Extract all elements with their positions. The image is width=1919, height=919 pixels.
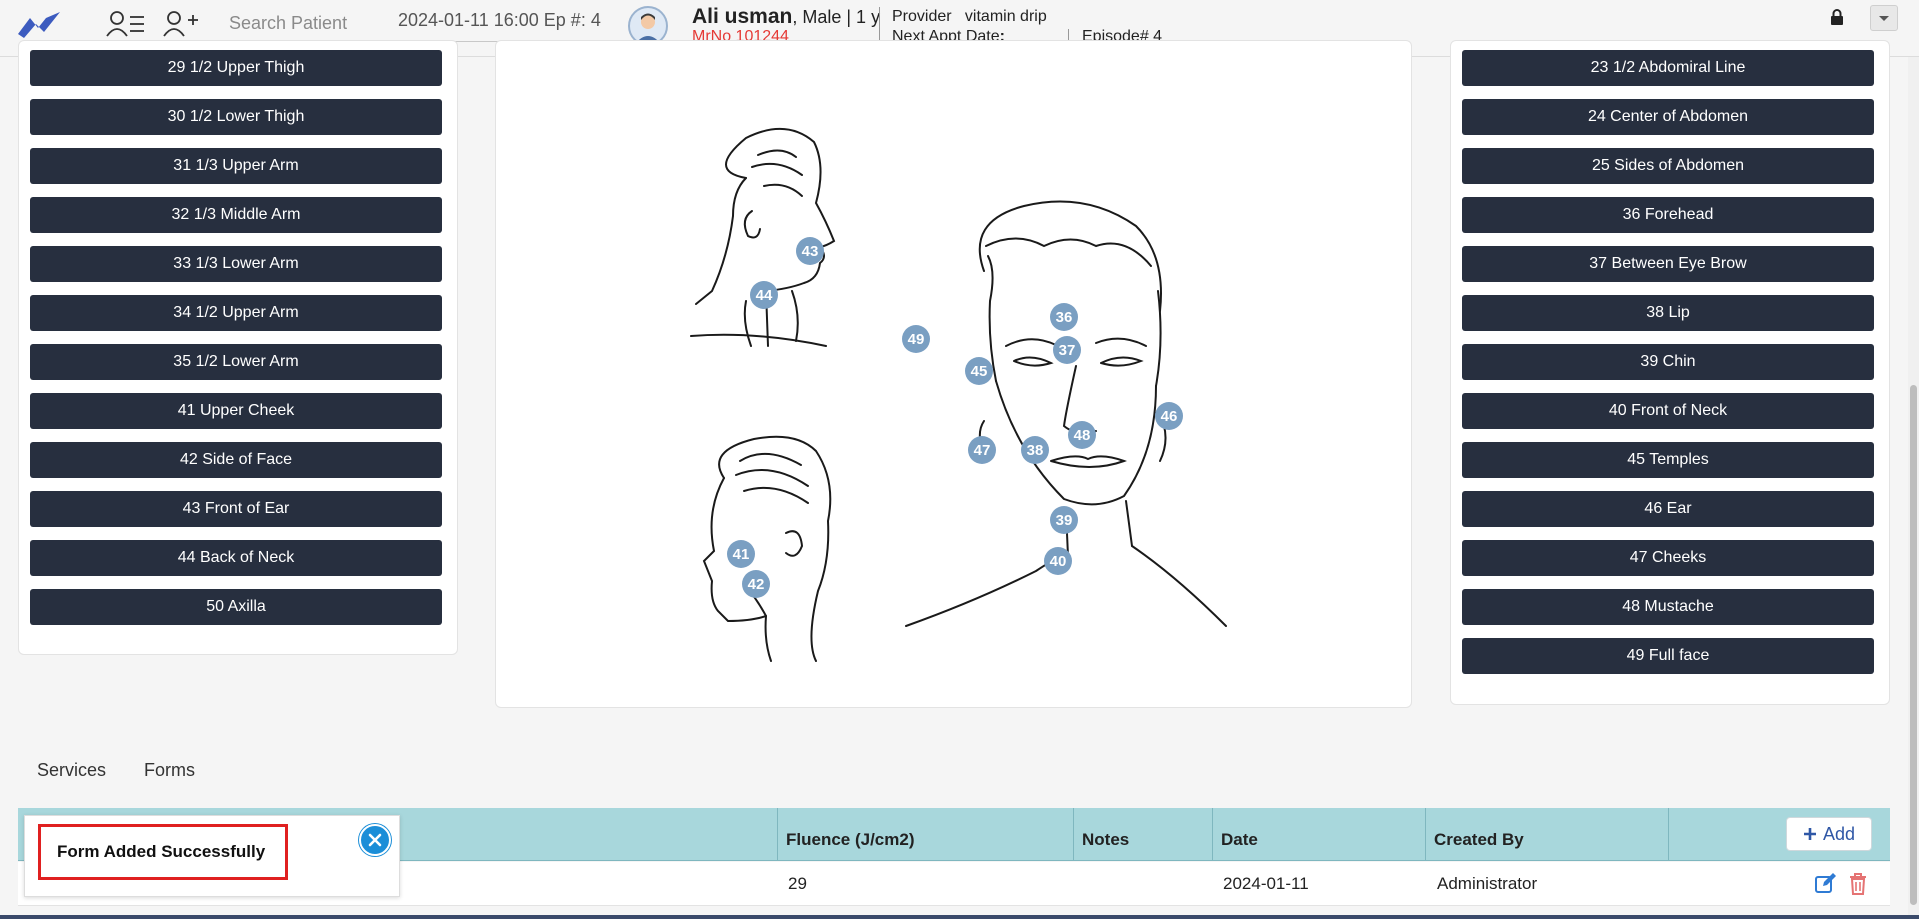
avatar-icon xyxy=(635,13,661,44)
marker-45[interactable]: 45 xyxy=(965,357,993,385)
zone-button[interactable]: 31 1/3 Upper Arm xyxy=(30,148,442,184)
svg-text:39: 39 xyxy=(1056,512,1073,529)
cell-created-by: Administrator xyxy=(1437,874,1538,893)
zone-button[interactable]: 36 Forehead xyxy=(1462,197,1874,233)
tab-services[interactable]: Services xyxy=(37,760,106,781)
zone-button[interactable]: 42 Side of Face xyxy=(30,442,442,478)
diagram-markers: 43 44 49 36 37 45 46 47 38 48 39 40 41 4… xyxy=(727,237,1183,598)
close-icon xyxy=(368,833,382,847)
svg-text:49: 49 xyxy=(908,331,925,348)
zone-button[interactable]: 40 Front of Neck xyxy=(1462,393,1874,429)
user-menu-dropdown[interactable] xyxy=(1870,5,1898,31)
marker-42[interactable]: 42 xyxy=(742,570,770,598)
patient-gender-age: , Male | 1 y xyxy=(792,7,881,27)
add-patient-icon[interactable] xyxy=(162,10,202,38)
svg-text:37: 37 xyxy=(1059,342,1076,359)
marker-41[interactable]: 41 xyxy=(727,540,755,568)
cell-date: 2024-01-11 xyxy=(1223,874,1309,893)
zone-button[interactable]: 41 Upper Cheek xyxy=(30,393,442,429)
svg-text:48: 48 xyxy=(1074,427,1091,444)
cell-fluence: 29 xyxy=(788,874,807,893)
column-header-notes: Notes xyxy=(1073,808,1212,861)
zone-button[interactable]: 32 1/3 Middle Arm xyxy=(30,197,442,233)
patient-name: Ali usman xyxy=(692,5,793,28)
zone-button[interactable]: 29 1/2 Upper Thigh xyxy=(30,50,442,86)
patient-list-icon[interactable] xyxy=(106,10,146,38)
plus-icon xyxy=(1803,828,1816,840)
marker-39[interactable]: 39 xyxy=(1050,506,1078,534)
add-button-label: Add xyxy=(1822,823,1856,844)
column-header-fluence: Fluence (J/cm2) xyxy=(777,808,1073,861)
toast-message: Form Added Successfully xyxy=(38,824,288,880)
column-header-date: Date xyxy=(1212,808,1425,861)
zone-button[interactable]: 34 1/2 Upper Arm xyxy=(30,295,442,331)
svg-text:43: 43 xyxy=(802,243,819,260)
tab-forms[interactable]: Forms xyxy=(144,760,195,781)
patient-name-line: Ali usman, Male | 1 y xyxy=(692,5,880,29)
zone-button[interactable]: 30 1/2 Lower Thigh xyxy=(30,99,442,135)
zone-button[interactable]: 43 Front of Ear xyxy=(30,491,442,527)
marker-47[interactable]: 47 xyxy=(968,436,996,464)
app-logo-icon[interactable] xyxy=(16,8,62,40)
svg-text:41: 41 xyxy=(733,546,750,563)
profile-head-bottom xyxy=(702,435,832,662)
marker-48[interactable]: 48 xyxy=(1068,421,1096,449)
zone-button[interactable]: 46 Ear xyxy=(1462,491,1874,527)
marker-46[interactable]: 46 xyxy=(1155,402,1183,430)
svg-text:40: 40 xyxy=(1050,553,1067,570)
zone-button[interactable]: 33 1/3 Lower Arm xyxy=(30,246,442,282)
zone-button[interactable]: 45 Temples xyxy=(1462,442,1874,478)
zone-button[interactable]: 24 Center of Abdomen xyxy=(1462,99,1874,135)
face-diagram-panel: 43 44 49 36 37 45 46 47 38 48 39 40 41 4… xyxy=(495,40,1412,708)
zone-button[interactable]: 44 Back of Neck xyxy=(30,540,442,576)
bottom-bar xyxy=(0,915,1919,919)
svg-text:36: 36 xyxy=(1056,309,1073,326)
zone-button[interactable]: 48 Mustache xyxy=(1462,589,1874,625)
page-scrollbar-thumb[interactable] xyxy=(1910,385,1917,905)
marker-40[interactable]: 40 xyxy=(1044,547,1072,575)
success-toast: Form Added Successfully xyxy=(24,815,400,897)
marker-49[interactable]: 49 xyxy=(902,325,930,353)
svg-text:46: 46 xyxy=(1161,408,1178,425)
marker-37[interactable]: 37 xyxy=(1053,336,1081,364)
edit-icon[interactable] xyxy=(1814,872,1838,896)
provider-line: Provider vitamin drip xyxy=(892,8,1047,26)
svg-text:47: 47 xyxy=(974,442,991,459)
svg-text:38: 38 xyxy=(1027,442,1044,459)
face-diagram: 43 44 49 36 37 45 46 47 38 48 39 40 41 4… xyxy=(690,127,1227,662)
marker-36[interactable]: 36 xyxy=(1050,303,1078,331)
add-button[interactable]: Add xyxy=(1786,817,1872,851)
chevron-down-icon xyxy=(1879,16,1889,21)
marker-38[interactable]: 38 xyxy=(1021,436,1049,464)
marker-44[interactable]: 44 xyxy=(750,281,778,309)
zone-button[interactable]: 47 Cheeks xyxy=(1462,540,1874,576)
zone-button[interactable]: 49 Full face xyxy=(1462,638,1874,674)
visit-info[interactable]: 2024-01-11 16:00 Ep #: 4 xyxy=(398,8,605,42)
search-patient-input[interactable] xyxy=(229,6,379,42)
zone-button[interactable]: 35 1/2 Lower Arm xyxy=(30,344,442,380)
zone-button[interactable]: 25 Sides of Abdomen xyxy=(1462,148,1874,184)
provider-label: Provider xyxy=(892,8,952,25)
zone-button[interactable]: 39 Chin xyxy=(1462,344,1874,380)
toast-close-button[interactable] xyxy=(359,824,391,856)
svg-text:42: 42 xyxy=(748,576,765,593)
column-header-created-by: Created By xyxy=(1425,808,1668,861)
zone-button[interactable]: 23 1/2 Abdomiral Line xyxy=(1462,50,1874,86)
svg-text:44: 44 xyxy=(756,287,773,304)
zone-button[interactable]: 37 Between Eye Brow xyxy=(1462,246,1874,282)
zone-button[interactable]: 50 Axilla xyxy=(30,589,442,625)
provider-value: vitamin drip xyxy=(964,8,1047,25)
svg-text:45: 45 xyxy=(971,363,988,380)
lock-icon[interactable] xyxy=(1830,9,1844,25)
marker-43[interactable]: 43 xyxy=(796,237,824,265)
zone-button[interactable]: 38 Lip xyxy=(1462,295,1874,331)
delete-icon[interactable] xyxy=(1848,872,1868,896)
